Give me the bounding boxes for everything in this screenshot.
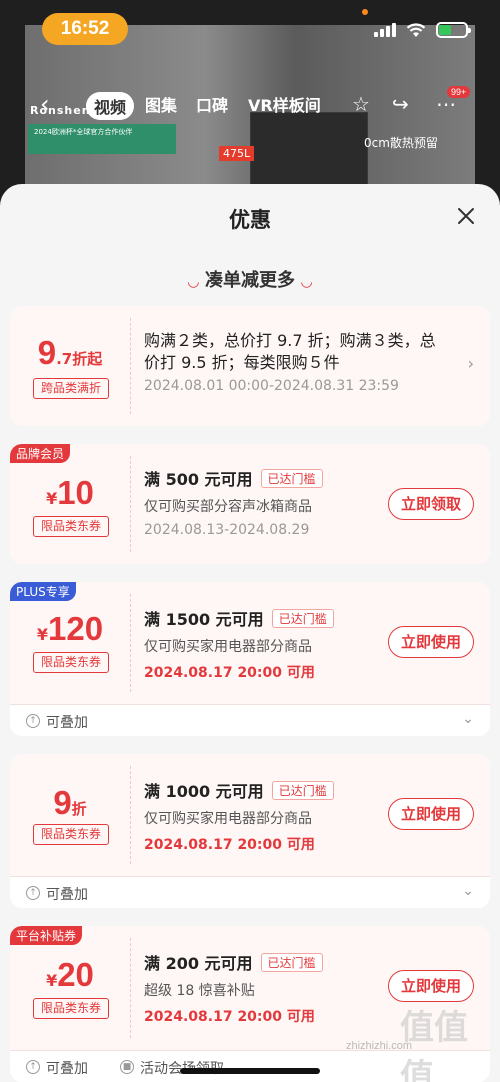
coupon-suffix: 折	[71, 800, 87, 818]
heat-label: 0cm散热预留	[364, 136, 438, 150]
coupon-value: 9	[53, 784, 72, 821]
signal-icon	[374, 23, 396, 37]
tab-gallery[interactable]: 图集	[145, 92, 177, 116]
close-icon[interactable]	[454, 204, 478, 228]
threshold-met-badge: 已达门槛	[260, 952, 323, 972]
discount-description: 购满２类，总价打 9.7 折；购满３类，总价打 9.5 折；每类限购５件	[144, 331, 436, 372]
card-divider	[130, 938, 131, 1038]
use-coupon-button[interactable]: 立即使用	[388, 626, 474, 658]
home-indicator	[180, 1068, 320, 1074]
message-badge: 99+	[447, 86, 471, 98]
coupon-type-tag: 限品类东券	[33, 516, 109, 537]
threshold-met-badge: 已达门槛	[271, 608, 334, 628]
sheet-title: 优惠	[229, 208, 271, 232]
coupon-type-tag: 限品类东券	[33, 824, 109, 845]
back-icon[interactable]: ‹	[40, 92, 50, 116]
stack-icon: ↑	[26, 714, 40, 728]
stack-icon: ↑	[26, 1060, 40, 1074]
status-time: 16:52	[42, 13, 128, 45]
stackable-label: 可叠加	[46, 887, 88, 903]
section-title: ◡ 凑单减更多 ◡	[0, 266, 500, 292]
discount-card[interactable]: 9.7折起 跨品类满折 购满２类，总价打 9.7 折；购满３类，总价打 9.5 …	[10, 306, 490, 426]
tab-vr-showroom[interactable]: VR样板间	[248, 92, 321, 116]
coupon-amount: 9折	[10, 784, 130, 822]
tab-reviews[interactable]: 口碑	[196, 92, 228, 116]
favorite-icon[interactable]: ☆	[352, 92, 370, 116]
chevron-down-icon[interactable]: ⌄	[462, 711, 474, 727]
coupon-card: 9折 限品类东券 满 1000 元可用 已达门槛 仅可购买家用电器部分商品 202…	[10, 754, 490, 908]
coupon-condition-text: 满 1500 元可用	[144, 610, 264, 629]
coupon-condition-text: 满 1000 元可用	[144, 782, 264, 801]
coupon-condition-text: 满 200 元可用	[144, 954, 253, 973]
coupon-card: 品牌会员 ¥10 限品类东券 满 500 元可用 已达门槛 仅可购买部分容声冰箱商…	[10, 444, 490, 564]
watermark-logo: 值值值	[400, 1008, 468, 1082]
currency-symbol: ¥	[46, 489, 58, 508]
coupon-type-tag: 限品类东券	[33, 998, 109, 1019]
currency-symbol: ¥	[36, 625, 49, 644]
discount-amount-small: .7折起	[56, 350, 103, 368]
coupon-corner-tag: 品牌会员	[10, 444, 71, 463]
discount-type-tag: 跨品类满折	[33, 378, 109, 399]
coupon-value: 120	[48, 610, 104, 647]
discount-amount-big: 9	[37, 334, 57, 371]
watermark-text: zhizhizhi.com	[346, 1040, 413, 1052]
status-icons	[374, 22, 471, 38]
coupon-corner-tag: 平台补贴券	[10, 926, 83, 945]
coupon-value: 20	[57, 956, 94, 993]
use-coupon-button[interactable]: 立即使用	[388, 798, 474, 830]
capacity-label: 475L	[219, 146, 255, 161]
stack-icon: ↑	[26, 886, 40, 900]
discount-left: 9.7折起 跨品类满折	[10, 306, 130, 426]
stackable-label: 可叠加	[46, 1061, 88, 1077]
coupon-condition: 满 500 元可用 已达门槛	[144, 466, 478, 490]
stackable-row[interactable]: ↑ 可叠加 ⌄	[10, 876, 490, 908]
coupon-date: 2024.08.17 20:00 可用	[144, 665, 315, 681]
claim-coupon-button[interactable]: 立即领取	[388, 488, 474, 520]
venue-icon: ■	[120, 1060, 134, 1074]
coupon-amount: ¥10	[10, 474, 130, 512]
recording-dot-icon	[362, 9, 368, 15]
card-divider	[130, 766, 131, 864]
coupon-value: 10	[57, 474, 94, 511]
card-divider	[130, 594, 131, 692]
discount-date: 2024.08.01 00:00-2024.08.31 23:59	[144, 378, 399, 394]
threshold-met-badge: 已达门槛	[260, 468, 323, 488]
discount-info: 购满２类，总价打 9.7 折；购满３类，总价打 9.5 折；每类限购５件 202…	[144, 330, 450, 394]
currency-symbol: ¥	[46, 971, 58, 990]
threshold-met-badge: 已达门槛	[271, 780, 334, 800]
chevron-right-icon[interactable]: ›	[468, 354, 474, 373]
media-tabs: ‹ 视频 图集 口碑 VR样板间 ☆ ↪ ⋯	[0, 88, 500, 122]
share-icon[interactable]: ↪	[392, 92, 409, 116]
chevron-down-icon[interactable]: ⌄	[462, 883, 474, 899]
coupon-amount: ¥120	[10, 610, 130, 648]
coupon-amount: ¥20	[10, 956, 130, 994]
stackable-row[interactable]: ↑ 可叠加 ⌄	[10, 704, 490, 736]
section-title-text: 凑单减更多	[205, 270, 295, 291]
use-coupon-button[interactable]: 立即使用	[388, 970, 474, 1002]
coupon-corner-tag: PLUS专享	[10, 582, 76, 601]
coupon-date: 2024.08.17 20:00 可用	[144, 837, 315, 853]
coupon-date: 2024.08.13-2024.08.29	[144, 522, 310, 538]
battery-icon	[436, 22, 471, 38]
smile-deco-icon: ◡	[187, 274, 199, 290]
wifi-icon	[406, 22, 426, 37]
coupon-type-tag: 限品类东券	[33, 652, 109, 673]
card-divider	[130, 318, 131, 414]
stackable-label: 可叠加	[46, 715, 88, 731]
discount-amount: 9.7折起	[10, 334, 130, 372]
brand-banner: 2024欧洲杯*全球官方合作伙伴	[28, 124, 176, 154]
card-divider	[130, 456, 131, 552]
smile-deco-icon: ◡	[301, 274, 313, 290]
tab-video[interactable]: 视频	[86, 92, 135, 120]
coupon-card: PLUS专享 ¥120 限品类东券 满 1500 元可用 已达门槛 仅可购买家用电…	[10, 582, 490, 736]
coupon-condition-text: 满 500 元可用	[144, 470, 253, 489]
